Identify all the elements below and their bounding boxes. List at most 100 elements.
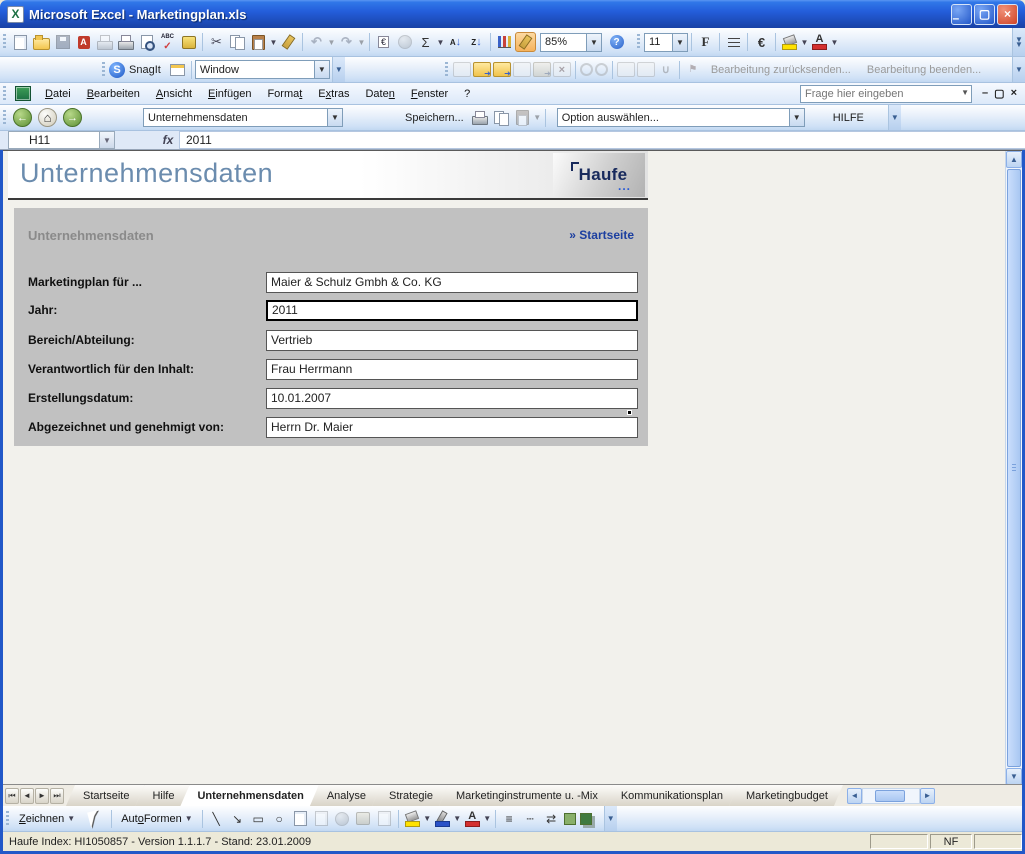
nav-print-icon[interactable]: [470, 108, 491, 128]
finish-review-button[interactable]: Bearbeitung beenden...: [867, 64, 981, 76]
nav-copy-icon[interactable]: [491, 108, 512, 128]
clipart-icon[interactable]: [353, 809, 374, 829]
line-icon[interactable]: ╲: [206, 809, 227, 829]
snagit-profile-icon[interactable]: [167, 60, 188, 80]
open-file-icon[interactable]: [31, 32, 52, 52]
textbox-icon[interactable]: [290, 809, 311, 829]
hyperlink-icon[interactable]: [394, 32, 415, 52]
abgezeichnet-field[interactable]: [266, 417, 638, 438]
name-box[interactable]: H11: [8, 131, 100, 149]
diagram-icon[interactable]: [332, 809, 353, 829]
horizontal-scrollbar-thumb[interactable]: [875, 790, 905, 802]
mail-folder-icon[interactable]: [533, 62, 551, 77]
close-button[interactable]: ×: [997, 4, 1018, 25]
menu-format[interactable]: Format: [259, 85, 310, 103]
arrow-style-icon[interactable]: ⇄: [541, 809, 562, 829]
center-align-icon[interactable]: [723, 32, 744, 52]
nav-paste-dropdown-arrow[interactable]: ▼: [533, 108, 542, 128]
worksheet[interactable]: Unternehmensdaten Haufe ... Unternehmens…: [3, 150, 1022, 784]
cut-icon[interactable]: ✂: [206, 32, 227, 52]
forward-mail-icon[interactable]: [493, 62, 511, 77]
vertical-scrollbar-thumb[interactable]: [1007, 169, 1021, 767]
document-icon[interactable]: [453, 62, 471, 77]
menu-bearbeiten[interactable]: Bearbeiten: [79, 85, 148, 103]
toolbar-grip[interactable]: [6, 811, 9, 827]
format-painter-icon[interactable]: [278, 32, 299, 52]
startseite-link[interactable]: » Startseite: [569, 228, 634, 242]
name-box-dropdown-arrow[interactable]: ▼: [100, 131, 115, 149]
save-button[interactable]: Speichern...: [405, 112, 464, 124]
autosum-icon[interactable]: Σ: [415, 32, 436, 52]
menu-hilfe[interactable]: ?: [456, 85, 478, 103]
draw-fill-color-icon[interactable]: [402, 809, 423, 829]
toolbar-grip[interactable]: [3, 110, 6, 126]
paste-dropdown-arrow[interactable]: ▼: [269, 32, 278, 52]
line-style-icon[interactable]: ≡: [499, 809, 520, 829]
zoom-dropdown-arrow[interactable]: ▼: [586, 34, 601, 51]
previous-sheet-icon[interactable]: ◄: [20, 788, 34, 804]
redo-icon[interactable]: ↷: [336, 32, 357, 52]
note-icon[interactable]: [513, 62, 531, 77]
tab-unternehmensdaten[interactable]: Unternehmensdaten: [180, 785, 318, 806]
snagit-icon[interactable]: S: [109, 62, 125, 78]
scroll-up-icon[interactable]: ▲: [1006, 151, 1022, 168]
menu-extras[interactable]: Extras: [310, 85, 357, 103]
workbook-restore-button[interactable]: ▢: [994, 87, 1004, 100]
undo-icon[interactable]: ↶: [306, 32, 327, 52]
review-toolbar-chevron[interactable]: ▼: [1012, 57, 1025, 82]
option-select[interactable]: Option auswählen...▼: [557, 108, 805, 127]
snagit-window-dropdown-arrow[interactable]: ▼: [314, 61, 329, 78]
horizontal-scrollbar[interactable]: ◄ ►: [847, 785, 935, 806]
spelling-icon[interactable]: [157, 32, 178, 52]
new-document-icon[interactable]: [10, 32, 31, 52]
attachment-icon[interactable]: [657, 62, 675, 77]
help-button[interactable]: HILFE: [833, 112, 864, 124]
sheet-navigation-dropdown-arrow[interactable]: ▼: [327, 109, 342, 126]
menu-einfuegen[interactable]: Einfügen: [200, 85, 259, 103]
sheet-navigation-select[interactable]: Unternehmensdaten▼: [143, 108, 343, 127]
formula-input[interactable]: 2011: [179, 131, 1025, 149]
draw-font-color-icon[interactable]: A: [462, 809, 483, 829]
font-size-dropdown-arrow[interactable]: ▼: [672, 34, 687, 51]
toolbar-options-chevron[interactable]: ▼▼: [1012, 28, 1025, 56]
insert-function-icon[interactable]: fx: [157, 131, 179, 149]
tab-strategie[interactable]: Strategie: [372, 785, 448, 806]
maximize-button[interactable]: ▢: [974, 4, 995, 25]
rectangle-icon[interactable]: ▭: [248, 809, 269, 829]
picture-icon[interactable]: [374, 809, 395, 829]
bold-icon[interactable]: F: [695, 32, 716, 52]
tab-kommunikationsplan[interactable]: Kommunikationsplan: [604, 785, 738, 806]
redo-dropdown-arrow[interactable]: ▼: [357, 32, 366, 52]
print-icon[interactable]: [115, 32, 136, 52]
jahr-field[interactable]: [266, 300, 638, 321]
question-dropdown-arrow[interactable]: ▼: [961, 88, 969, 97]
font-color-dropdown-arrow[interactable]: ▼: [830, 32, 839, 52]
wordart-icon[interactable]: [311, 809, 332, 829]
euro-converter-icon[interactable]: [373, 32, 394, 52]
delete-markup-icon[interactable]: [553, 62, 571, 77]
oval-icon[interactable]: ○: [269, 809, 290, 829]
font-color-icon[interactable]: A: [809, 32, 830, 52]
workbook-minimize-button[interactable]: –: [982, 87, 988, 100]
drawing-toggle-icon[interactable]: [515, 32, 536, 52]
snagit-window-select[interactable]: Window▼: [195, 60, 330, 79]
draw-font-color-dropdown-arrow[interactable]: ▼: [483, 809, 492, 829]
threed-style-icon[interactable]: [580, 813, 592, 825]
sort-descending-icon[interactable]: Z↓: [466, 32, 487, 52]
menu-datei[interactable]: Datei: [37, 85, 79, 103]
verantwortlich-field[interactable]: [266, 359, 638, 380]
research-icon[interactable]: [178, 32, 199, 52]
nav-toolbar-chevron[interactable]: ▼: [888, 105, 901, 130]
pdf-export-icon[interactable]: [73, 32, 94, 52]
copy-icon[interactable]: [227, 32, 248, 52]
sort-ascending-icon[interactable]: A↓: [445, 32, 466, 52]
toolbar-grip[interactable]: [637, 34, 640, 50]
toolbar-grip[interactable]: [3, 86, 6, 102]
font-size-combo[interactable]: 11▼: [644, 33, 688, 52]
chart-wizard-icon[interactable]: [494, 32, 515, 52]
save-icon[interactable]: [52, 32, 73, 52]
undo-dropdown-arrow[interactable]: ▼: [327, 32, 336, 52]
paste-icon[interactable]: [248, 32, 269, 52]
workbook-close-button[interactable]: ×: [1011, 87, 1017, 100]
send-back-button[interactable]: Bearbeitung zurücksenden...: [711, 64, 851, 76]
